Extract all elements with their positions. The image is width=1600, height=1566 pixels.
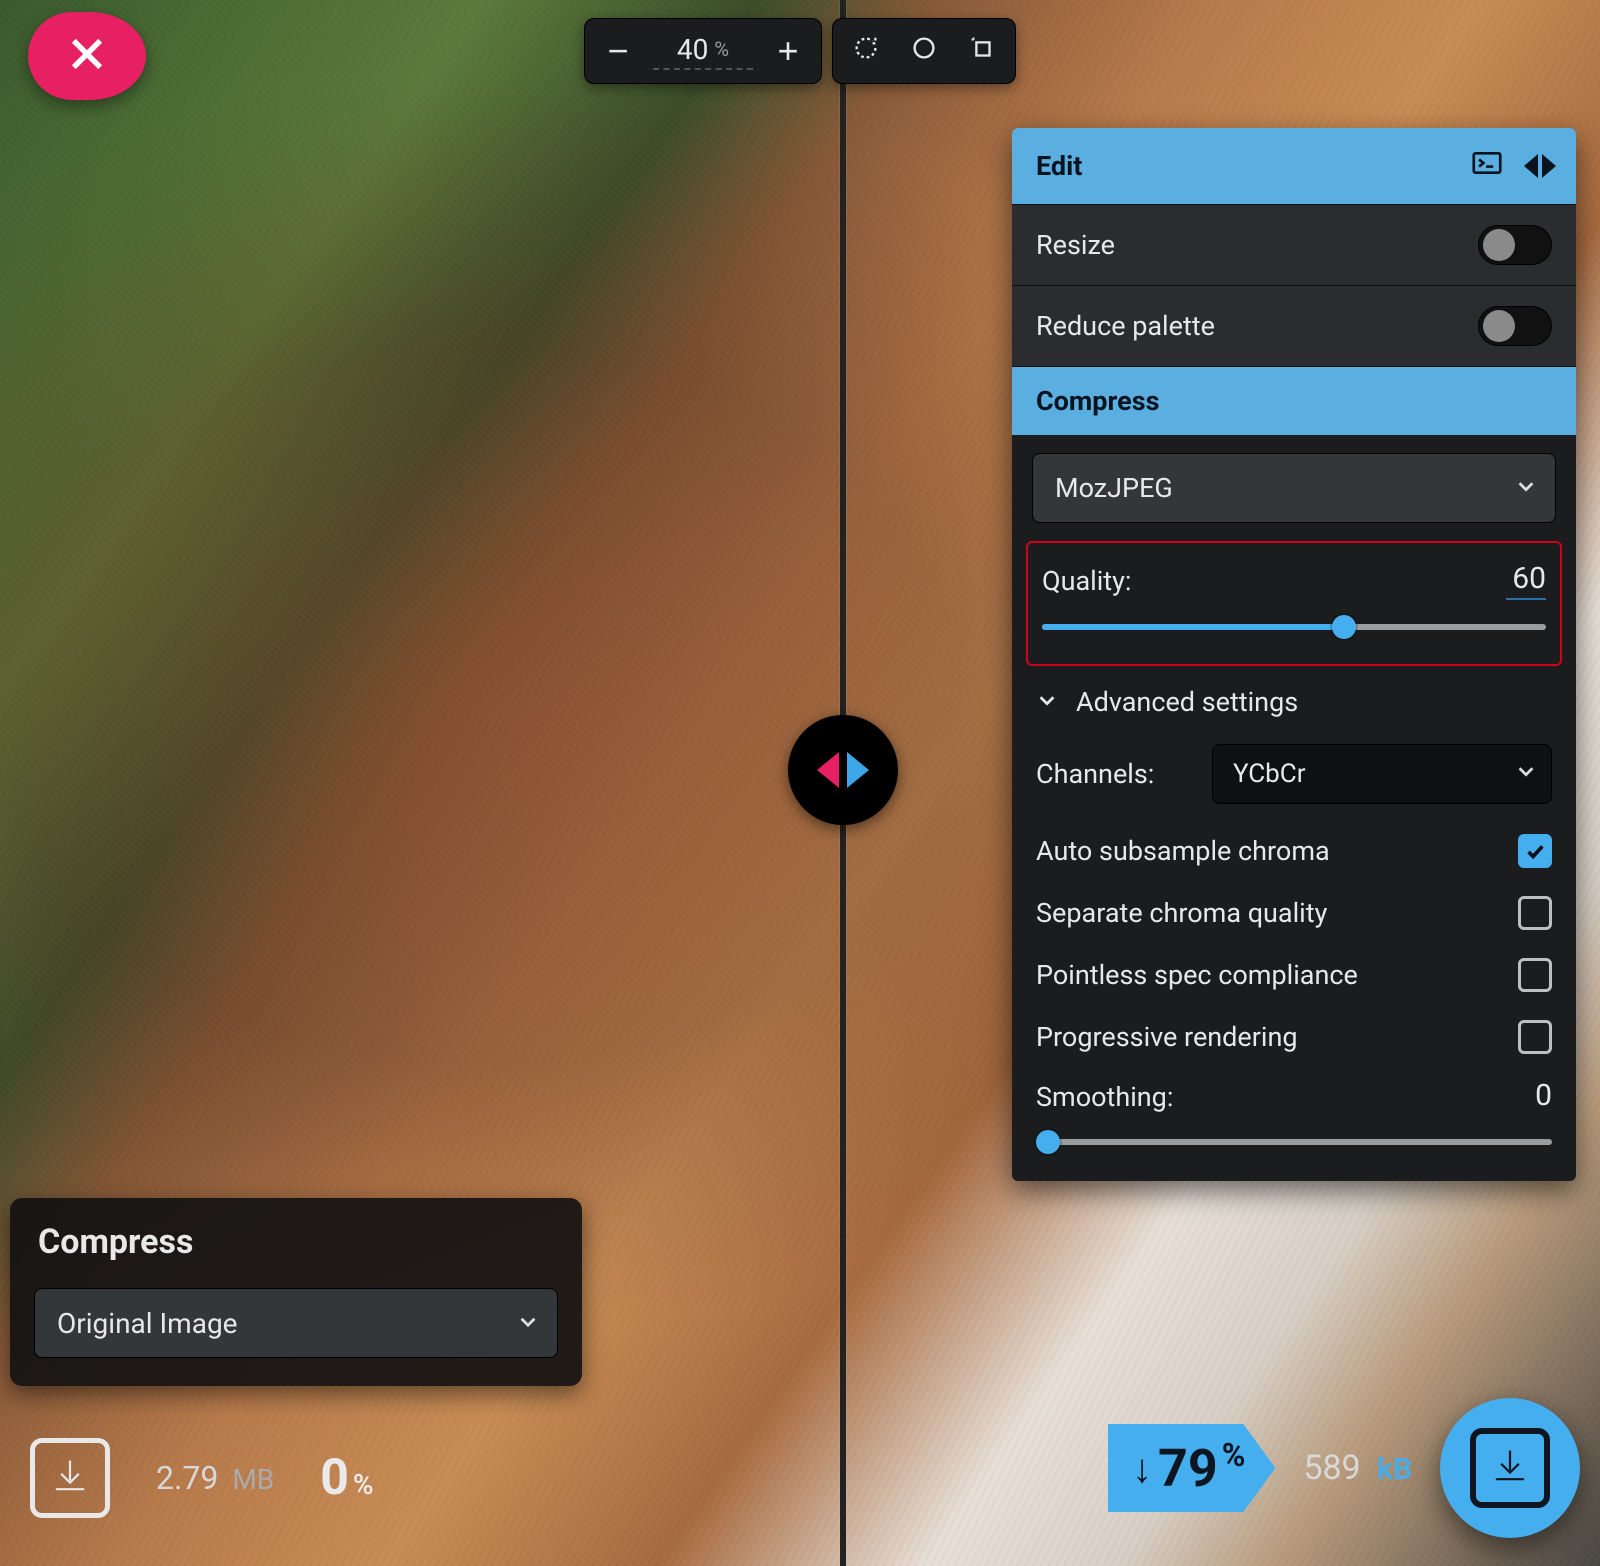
left-compress-title: Compress (38, 1222, 558, 1262)
down-arrow-icon: ↓ (1132, 1445, 1152, 1492)
smoothing-value-input[interactable]: 0 (1512, 1078, 1552, 1115)
download-icon (48, 1454, 92, 1502)
compare-right-icon (847, 752, 869, 788)
resize-row: Resize (1012, 204, 1576, 285)
rotate-icon (851, 30, 881, 72)
reduce-palette-toggle[interactable] (1478, 306, 1552, 346)
quality-label: Quality: (1042, 565, 1131, 597)
chevron-down-icon (517, 1307, 539, 1340)
separate-chroma-checkbox[interactable] (1518, 896, 1552, 930)
advanced-settings-toggle[interactable]: Advanced settings (1012, 666, 1576, 728)
smoothing-slider[interactable] (1036, 1131, 1552, 1153)
quality-value-input[interactable]: 60 (1506, 561, 1546, 600)
channels-row: Channels: YCbCr (1012, 728, 1576, 820)
smoothing-label: Smoothing: (1036, 1081, 1173, 1113)
plus-icon: + (777, 30, 798, 72)
edit-panel-header: Edit (1012, 128, 1576, 204)
edit-title: Edit (1036, 150, 1082, 182)
separate-chroma-row: Separate chroma quality (1012, 882, 1576, 944)
separate-chroma-label: Separate chroma quality (1036, 897, 1327, 929)
auto-subsample-label: Auto subsample chroma (1036, 835, 1330, 867)
zoom-value: 40 (677, 33, 708, 66)
original-footer: 2.79 MB 0 % (30, 1438, 374, 1518)
resize-label: Resize (1036, 229, 1115, 261)
spec-compliance-label: Pointless spec compliance (1036, 959, 1358, 991)
compress-ratio-unit: % (1222, 1436, 1246, 1474)
minus-icon: − (607, 30, 628, 72)
original-size: 2.79 MB (156, 1459, 274, 1497)
smoothing-block: Smoothing: 0 (1012, 1068, 1576, 1181)
close-icon (65, 32, 109, 80)
download-result-button[interactable] (1440, 1398, 1580, 1538)
zoom-out-button[interactable]: − (589, 23, 647, 79)
compress-ratio-tag: ↓ 79 % (1108, 1424, 1275, 1512)
zoom-group: − 40 % + (584, 18, 822, 84)
left-codec-select[interactable]: Original Image (34, 1288, 558, 1358)
channels-select[interactable]: YCbCr (1212, 744, 1552, 804)
rotate-button[interactable] (837, 23, 895, 79)
original-delta: 0 % (320, 1449, 373, 1507)
channels-value: YCbCr (1233, 759, 1306, 789)
codec-select[interactable]: MozJPEG (1032, 453, 1556, 523)
download-icon (1488, 1444, 1532, 1492)
output-size: 589 kB (1303, 1448, 1412, 1488)
chevron-down-icon (1515, 759, 1537, 789)
compare-left-icon (817, 752, 839, 788)
original-delta-unit: % (353, 1468, 374, 1501)
spec-compliance-checkbox[interactable] (1518, 958, 1552, 992)
close-button[interactable] (28, 12, 146, 100)
resize-toggle[interactable] (1478, 225, 1552, 265)
transform-group (832, 18, 1016, 84)
zoom-in-button[interactable]: + (759, 23, 817, 79)
reduce-palette-label: Reduce palette (1036, 310, 1215, 342)
zoom-value-input[interactable]: 40 % (653, 33, 753, 70)
cli-icon[interactable] (1472, 150, 1502, 183)
auto-subsample-row: Auto subsample chroma (1012, 820, 1576, 882)
compare-handle[interactable] (788, 715, 898, 825)
auto-subsample-checkbox[interactable] (1518, 834, 1552, 868)
top-toolbar: − 40 % + (584, 18, 1016, 84)
circle-icon (909, 30, 939, 72)
left-codec-value: Original Image (57, 1307, 238, 1340)
zoom-unit: % (714, 37, 729, 61)
quality-slider[interactable] (1042, 616, 1546, 638)
spec-compliance-row: Pointless spec compliance (1012, 944, 1576, 1006)
slider-thumb[interactable] (1036, 1130, 1060, 1154)
chevron-down-icon (1036, 686, 1058, 718)
original-delta-value: 0 (320, 1449, 349, 1507)
swap-sides-button[interactable] (1524, 154, 1556, 178)
original-size-unit: MB (232, 1463, 274, 1496)
triangle-left-icon (1524, 154, 1538, 178)
crop-icon (967, 30, 997, 72)
compress-ratio-value: 79 (1158, 1438, 1218, 1499)
reduce-palette-row: Reduce palette (1012, 285, 1576, 366)
channels-label: Channels: (1036, 758, 1154, 790)
progressive-checkbox[interactable] (1518, 1020, 1552, 1054)
slider-thumb[interactable] (1332, 615, 1356, 639)
compress-section-title: Compress (1012, 366, 1576, 435)
output-size-value: 589 (1303, 1448, 1360, 1488)
result-footer: ↓ 79 % 589 kB (1108, 1398, 1580, 1538)
left-compress-panel: Compress Original Image (10, 1198, 582, 1386)
original-size-value: 2.79 (156, 1459, 218, 1497)
background-toggle-button[interactable] (895, 23, 953, 79)
crop-button[interactable] (953, 23, 1011, 79)
triangle-right-icon (1542, 154, 1556, 178)
chevron-down-icon (1515, 472, 1537, 504)
download-original-button[interactable] (30, 1438, 110, 1518)
progressive-label: Progressive rendering (1036, 1021, 1298, 1053)
output-size-unit: kB (1377, 1452, 1412, 1487)
advanced-settings-label: Advanced settings (1076, 686, 1298, 718)
quality-block: Quality: 60 (1026, 541, 1562, 666)
progressive-row: Progressive rendering (1012, 1006, 1576, 1068)
codec-value: MozJPEG (1055, 472, 1173, 504)
edit-panel: Edit Resize Reduce palette Compress MozJ… (1012, 128, 1576, 1181)
